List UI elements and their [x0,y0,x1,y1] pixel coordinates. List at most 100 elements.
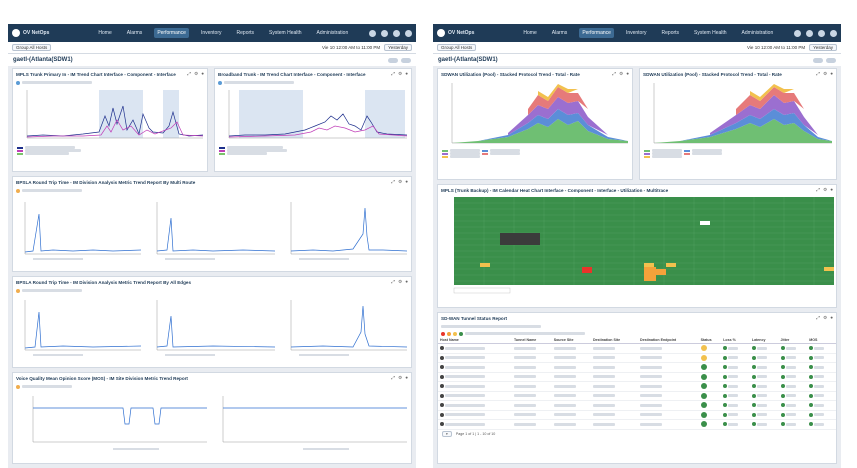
help-icon[interactable] [393,29,400,37]
status-indicator [700,364,707,371]
nav-administration[interactable]: Administration [314,28,352,38]
range-selector[interactable]: Yesterday [809,44,837,51]
range-selector[interactable]: Yesterday [384,44,412,51]
filter-text [224,81,294,84]
nav-alarms[interactable]: Alarms [124,28,146,38]
nav-reports[interactable]: Reports [234,28,258,38]
expand-icon[interactable]: ⤢ [816,315,820,321]
settings-icon[interactable]: ⚙ [398,375,402,381]
search-icon[interactable] [369,29,376,37]
status-cell [698,391,722,401]
toggle-icon[interactable] [826,57,836,63]
host-cell [438,353,512,363]
metric-cell [721,362,750,373]
bell-icon[interactable] [806,29,813,37]
table-row[interactable] [438,362,836,373]
metric-cell [778,362,808,373]
app-logo[interactable]: OV NetOps [437,29,474,37]
settings-icon[interactable]: ⚙ [398,279,402,285]
page-title-bar: gaetl-(Atlanta(SDW1) [8,54,416,66]
settings-icon[interactable]: ⚙ [823,315,827,321]
legend-text [465,332,585,335]
more-icon[interactable]: ● [830,187,833,193]
more-icon[interactable]: ● [405,375,408,381]
nav-system-health[interactable]: System Health [691,28,730,38]
rtt-multi-charts [24,202,408,260]
table-row[interactable] [438,343,836,354]
table-row[interactable] [438,372,836,382]
mini-chart-1 [24,300,142,351]
nav-reports[interactable]: Reports [659,28,683,38]
expand-icon[interactable]: ⤢ [391,279,395,285]
nav-administration[interactable]: Administration [739,28,777,38]
app-logo[interactable]: OV NetOps [12,29,49,37]
highlight-band [163,90,179,138]
nav-home[interactable]: Home [95,28,114,38]
user-avatar[interactable] [405,29,412,37]
heat-scale-selector[interactable] [453,287,511,294]
expand-icon[interactable]: ⤢ [612,71,616,77]
toggle-icon[interactable] [813,57,823,63]
more-icon[interactable]: ● [830,315,833,321]
nav-system-health[interactable]: System Health [266,28,305,38]
help-icon[interactable] [818,29,825,37]
time-range[interactable]: Vie 10 12:00 AM to 11:00 PM [747,45,805,50]
more-icon[interactable]: ● [405,71,408,77]
table-row[interactable] [438,400,836,411]
user-avatar[interactable] [830,29,837,37]
nav-performance[interactable]: Performance [579,28,614,38]
metric-cell [721,400,750,411]
expand-icon[interactable]: ⤢ [816,187,820,193]
more-icon[interactable]: ● [626,71,629,77]
settings-icon[interactable]: ⚙ [619,71,623,77]
page-title: gaetl-(Atlanta(SDW1) [438,57,498,63]
expand-icon[interactable]: ⤢ [816,71,820,77]
nav-home[interactable]: Home [520,28,539,38]
settings-icon[interactable]: ⚙ [823,71,827,77]
search-icon[interactable] [794,29,801,37]
group-selector[interactable]: Group All Hosts [12,44,52,51]
toggle-icon[interactable] [388,57,398,63]
nav-performance[interactable]: Performance [154,28,189,38]
table-row[interactable] [438,391,836,401]
expand-icon[interactable]: ⤢ [391,179,395,185]
more-icon[interactable]: ● [830,71,833,77]
table-row[interactable] [438,381,836,392]
metric-indicator [723,374,728,379]
bell-icon[interactable] [381,29,388,37]
expand-icon[interactable]: ⤢ [391,71,395,77]
text-cell [638,381,699,392]
text-cell [551,343,591,354]
metric-cell [778,343,808,354]
page-size-selector[interactable]: ▾ [442,430,452,437]
toggle-icon[interactable] [401,57,411,63]
table-row[interactable] [438,410,836,420]
more-icon[interactable]: ● [201,71,204,77]
settings-icon[interactable]: ⚙ [398,71,402,77]
nav-inventory[interactable]: Inventory [198,28,225,38]
nav-alarms[interactable]: Alarms [549,28,571,38]
metric-cell [721,372,750,382]
status-indicator [700,354,707,361]
main-nav: Home Alarms Performance Inventory Report… [520,28,776,38]
expand-icon[interactable]: ⤢ [187,71,191,77]
settings-icon[interactable]: ⚙ [823,187,827,193]
status-indicator [700,402,707,409]
more-icon[interactable]: ● [405,179,408,185]
more-icon[interactable]: ● [405,279,408,285]
status-critical-icon [441,331,445,336]
table-row[interactable] [438,353,836,363]
filter-icon [218,80,222,85]
metric-cell [721,419,750,430]
chart-panel-stacked-1: SDWAN Utilization (Pool) - Stacked Proto… [437,68,633,180]
status-cell [698,381,722,392]
group-selector[interactable]: Group All Hosts [437,44,477,51]
table-row[interactable] [438,419,836,430]
settings-icon[interactable]: ⚙ [194,71,198,77]
main-nav: Home Alarms Performance Inventory Report… [95,28,351,38]
expand-icon[interactable]: ⤢ [391,375,395,381]
text-cell [551,400,591,411]
nav-inventory[interactable]: Inventory [623,28,650,38]
time-range[interactable]: Vie 10 12:00 AM to 11:00 PM [322,45,380,50]
settings-icon[interactable]: ⚙ [398,179,402,185]
